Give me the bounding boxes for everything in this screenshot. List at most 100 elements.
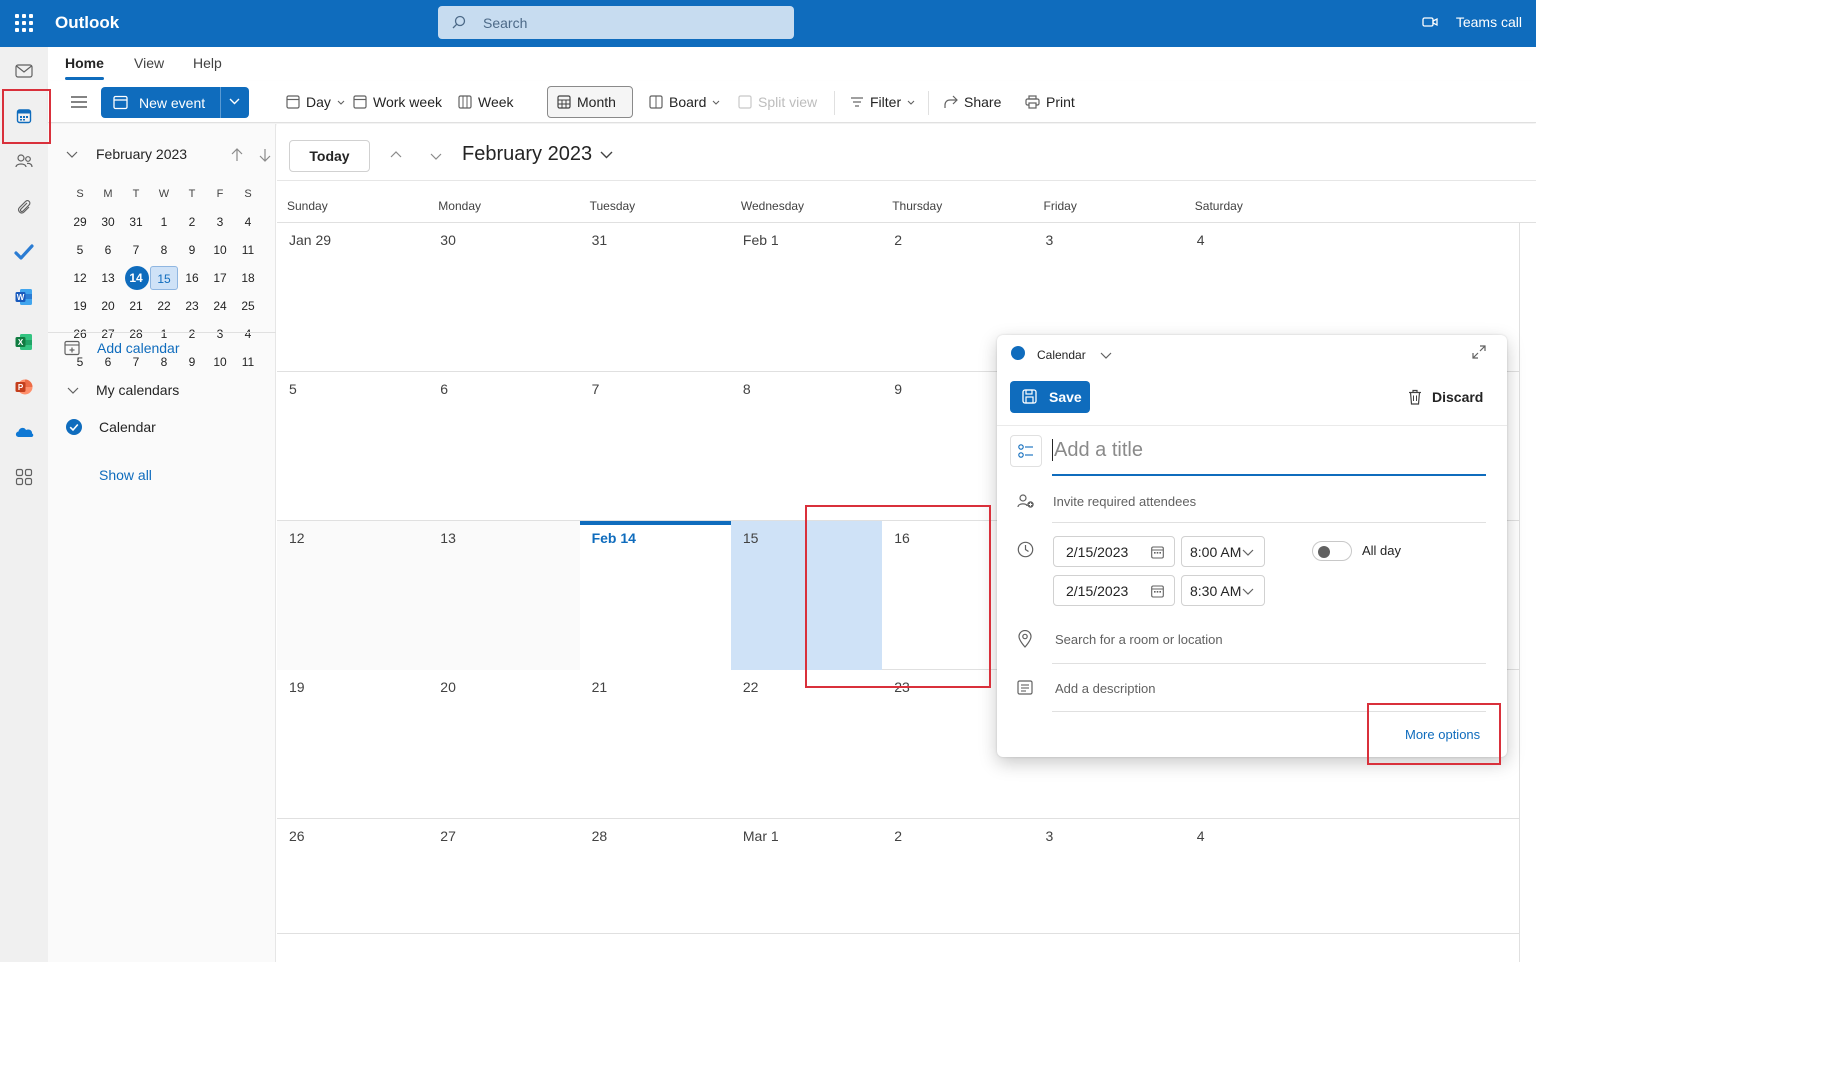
print-button[interactable]: Print xyxy=(1025,92,1075,112)
start-time-select[interactable]: 8:00 AM xyxy=(1181,536,1265,567)
event-title-input[interactable]: Add a title xyxy=(1052,439,1143,461)
teams-call-button[interactable]: Teams call xyxy=(1422,14,1522,30)
calendar-day-cell[interactable]: 19 xyxy=(277,670,428,819)
excel-icon[interactable]: X xyxy=(12,330,36,354)
chevron-down-icon[interactable] xyxy=(1100,352,1112,359)
mini-calendar-day[interactable]: 4 xyxy=(234,322,262,346)
mini-calendar-day[interactable]: 4 xyxy=(234,210,262,234)
new-event-dropdown[interactable] xyxy=(220,87,249,118)
mini-calendar-day[interactable]: 16 xyxy=(178,266,206,290)
calendar-day-cell[interactable]: 3 xyxy=(1034,819,1185,934)
calendar-period-picker[interactable]: February 2023 xyxy=(462,143,613,166)
calendar-day-cell[interactable]: 5 xyxy=(277,372,428,521)
calendar-icon[interactable] xyxy=(12,104,36,128)
hamburger-icon[interactable] xyxy=(71,92,93,112)
more-apps-icon[interactable] xyxy=(12,465,36,489)
chevron-up-icon[interactable] xyxy=(390,151,402,158)
onedrive-icon[interactable] xyxy=(12,420,36,444)
calendar-day-cell[interactable]: Mar 1 xyxy=(731,819,882,934)
tab-home[interactable]: Home xyxy=(65,55,104,80)
mini-calendar-day[interactable]: 2 xyxy=(178,322,206,346)
calendar-day-cell[interactable]: 27 xyxy=(428,819,579,934)
tab-view[interactable]: View xyxy=(134,55,164,71)
word-icon[interactable]: W xyxy=(12,285,36,309)
attendees-input[interactable]: Invite required attendees xyxy=(1053,494,1196,509)
mini-calendar-day[interactable]: 3 xyxy=(206,210,234,234)
mini-calendar-day[interactable]: 20 xyxy=(94,294,122,318)
add-calendar-link[interactable]: Add calendar xyxy=(64,340,180,356)
calendar-checkbox-item[interactable]: Calendar xyxy=(66,419,156,435)
paperclip-icon[interactable] xyxy=(12,195,36,219)
calendar-day-cell[interactable]: 7 xyxy=(580,372,731,521)
description-input[interactable]: Add a description xyxy=(1055,681,1155,696)
filter-button[interactable]: Filter xyxy=(850,92,915,112)
end-time-select[interactable]: 8:30 AM xyxy=(1181,575,1265,606)
calendar-day-cell[interactable]: 12 xyxy=(277,521,429,670)
discard-button[interactable]: Discard xyxy=(1408,389,1483,405)
mini-calendar-day[interactable]: 21 xyxy=(122,294,150,318)
mail-icon[interactable] xyxy=(12,59,36,83)
calendar-day-cell[interactable]: 28 xyxy=(580,819,731,934)
mini-calendar-day[interactable]: 15 xyxy=(150,266,178,290)
tab-help[interactable]: Help xyxy=(193,55,222,71)
end-date-picker[interactable]: 2/15/2023 xyxy=(1053,575,1175,606)
show-all-link[interactable]: Show all xyxy=(99,467,152,483)
mini-calendar-day[interactable]: 22 xyxy=(150,294,178,318)
powerpoint-icon[interactable]: P xyxy=(12,375,36,399)
calendar-day-cell[interactable]: 30 xyxy=(428,223,579,372)
board-view-button[interactable]: Board xyxy=(649,92,720,112)
my-calendars-group[interactable]: My calendars xyxy=(67,382,179,398)
mini-calendar-day[interactable]: 18 xyxy=(234,266,262,290)
mini-calendar-day[interactable]: 1 xyxy=(150,210,178,234)
mini-calendar-day[interactable]: 10 xyxy=(206,350,234,374)
mini-calendar-title[interactable]: February 2023 xyxy=(96,146,187,162)
arrow-up-icon[interactable] xyxy=(231,148,243,162)
mini-calendar-day[interactable]: 14 xyxy=(122,266,150,290)
arrow-down-icon[interactable] xyxy=(259,148,271,162)
calendar-day-cell[interactable]: 13 xyxy=(428,521,580,670)
calendar-day-cell[interactable]: 4 xyxy=(1185,819,1336,934)
mini-calendar-day[interactable]: 3 xyxy=(206,322,234,346)
new-event-button[interactable]: New event xyxy=(101,87,249,118)
more-options-link[interactable]: More options xyxy=(1405,727,1480,742)
chevron-down-icon[interactable] xyxy=(430,153,442,160)
mini-calendar-day[interactable]: 17 xyxy=(206,266,234,290)
search-box[interactable]: Search xyxy=(438,6,794,39)
mini-calendar-day[interactable]: 11 xyxy=(234,350,262,374)
calendar-day-cell[interactable]: 31 xyxy=(580,223,731,372)
mini-calendar-day[interactable]: 13 xyxy=(94,266,122,290)
mini-calendar-day[interactable]: 12 xyxy=(66,266,94,290)
app-launcher-icon[interactable] xyxy=(15,14,33,32)
day-view-button[interactable]: Day xyxy=(286,92,345,112)
mini-calendar-day[interactable]: 7 xyxy=(122,238,150,262)
calendar-day-cell[interactable]: 26 xyxy=(277,819,428,934)
mini-calendar-day[interactable]: 6 xyxy=(94,238,122,262)
calendar-day-cell[interactable]: 21 xyxy=(580,670,731,819)
calendar-day-cell[interactable]: 15 xyxy=(730,521,883,670)
calendar-day-cell[interactable]: 8 xyxy=(731,372,882,521)
mini-calendar-day[interactable]: 23 xyxy=(178,294,206,318)
mini-calendar-day[interactable]: 11 xyxy=(234,238,262,262)
chevron-down-icon[interactable] xyxy=(66,151,78,158)
calendar-day-cell[interactable]: Jan 29 xyxy=(277,223,428,372)
mini-calendar-day[interactable]: 24 xyxy=(206,294,234,318)
mini-calendar-day[interactable]: 9 xyxy=(178,350,206,374)
mini-calendar-day[interactable]: 10 xyxy=(206,238,234,262)
calendar-day-cell[interactable]: 20 xyxy=(428,670,579,819)
event-type-button[interactable] xyxy=(1010,435,1042,467)
calendar-day-cell[interactable]: 22 xyxy=(731,670,882,819)
mini-calendar-day[interactable]: 8 xyxy=(150,238,178,262)
mini-calendar-day[interactable]: 30 xyxy=(94,210,122,234)
calendar-select-label[interactable]: Calendar xyxy=(1037,348,1086,362)
mini-calendar-day[interactable]: 29 xyxy=(66,210,94,234)
expand-icon[interactable] xyxy=(1472,345,1486,359)
people-icon[interactable] xyxy=(12,149,36,173)
mini-calendar-day[interactable]: 9 xyxy=(178,238,206,262)
start-date-picker[interactable]: 2/15/2023 xyxy=(1053,536,1175,567)
calendar-day-cell[interactable]: Feb 14 xyxy=(579,521,731,670)
mini-calendar-day[interactable]: 19 xyxy=(66,294,94,318)
mini-calendar-day[interactable]: 2 xyxy=(178,210,206,234)
location-input[interactable]: Search for a room or location xyxy=(1055,632,1223,647)
calendar-day-cell[interactable]: Feb 1 xyxy=(731,223,882,372)
app-title[interactable]: Outlook xyxy=(55,13,119,33)
